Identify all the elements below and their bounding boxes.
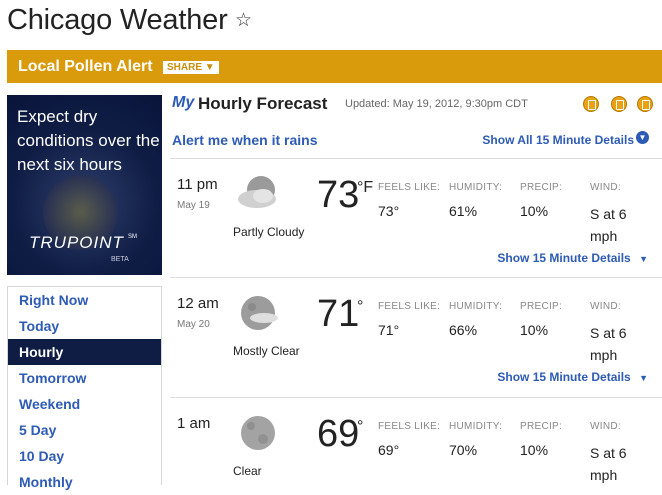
- feels-like-value: 71°: [378, 322, 400, 338]
- wind-label: WIND:: [590, 301, 621, 312]
- show-15-label: Show 15 Minute Details: [497, 251, 631, 265]
- forecast-title: Hourly Forecast: [198, 94, 328, 113]
- nav-item-10-day[interactable]: 10 Day: [8, 443, 161, 469]
- chevron-down-icon: ▼: [639, 254, 648, 264]
- star-icon[interactable]: ☆: [235, 9, 252, 32]
- feels-like-label: FEELS LIKE:: [378, 182, 441, 193]
- humidity-value: 66%: [449, 322, 478, 338]
- row-time: 11 pm: [177, 176, 218, 193]
- wind-value: S at 6 mph: [590, 325, 627, 363]
- forecast-row: 11 pm May 19 Partly Cloudy 73 °F FEELS L…: [170, 158, 662, 277]
- nav-item-today[interactable]: Today: [8, 313, 161, 339]
- row-time: 12 am: [177, 295, 219, 312]
- precip-value: 10%: [520, 442, 549, 458]
- my-label: My: [172, 94, 195, 111]
- temperature-unit: °F: [357, 179, 374, 196]
- row-condition: Clear: [233, 464, 262, 478]
- wind-value: S at 6 mph: [590, 206, 627, 244]
- chevron-down-icon[interactable]: ▼: [636, 131, 649, 144]
- show-all-15-minute-link[interactable]: Show All 15 Minute Details: [482, 133, 634, 147]
- alert-me-rain-link[interactable]: Alert me when it rains: [172, 132, 317, 148]
- nav-item-weekend[interactable]: Weekend: [8, 391, 161, 417]
- hourly-forecast-panel: My Hourly Forecast Updated: May 19, 2012…: [170, 86, 662, 485]
- row-time: 1 am: [177, 415, 211, 432]
- row-date: May 20: [177, 319, 210, 330]
- updated-timestamp: Updated: May 19, 2012, 9:30pm CDT: [345, 98, 528, 110]
- humidity-label: HUMIDITY:: [449, 182, 503, 193]
- row-date: May 19: [177, 200, 210, 211]
- precip-value: 10%: [520, 322, 549, 338]
- nav-item-hourly[interactable]: Hourly: [8, 339, 161, 365]
- show-all-label: Show All 15 Minute Details: [482, 133, 634, 147]
- wind-value: S at 6 mph: [590, 445, 627, 483]
- chevron-down-icon: ▼: [639, 373, 648, 383]
- row-condition: Partly Cloudy: [233, 225, 305, 239]
- trupoint-logo: TRUPOINT: [29, 233, 124, 252]
- nav-item-right-now[interactable]: Right Now: [8, 287, 161, 313]
- pollen-alert-text[interactable]: Local Pollen Alert: [18, 58, 153, 76]
- beta-label: BETA: [111, 256, 129, 263]
- pollen-alert-bar[interactable]: Local Pollen Alert SHARE ▼: [7, 50, 662, 83]
- humidity-value: 70%: [449, 442, 478, 458]
- trupoint-sm-mark: SM: [128, 234, 137, 240]
- precip-label: PRECIP:: [520, 301, 563, 312]
- row-condition: Mostly Clear: [233, 344, 300, 358]
- temperature-unit: °: [357, 298, 364, 315]
- feels-like-label: FEELS LIKE:: [378, 301, 441, 312]
- feels-like-value: 69°: [378, 442, 400, 458]
- precip-label: PRECIP:: [520, 421, 563, 432]
- chevron-down-icon: ▼: [204, 62, 215, 73]
- show-15-minute-link[interactable]: Show 15 Minute Details ▼: [497, 251, 648, 265]
- promo-text: Expect dry conditions over the next six …: [17, 107, 160, 174]
- mostly-clear-night-icon: [241, 296, 278, 330]
- wind-label: WIND:: [590, 421, 621, 432]
- row-temperature: 71: [317, 293, 360, 335]
- row-temperature: 73: [317, 174, 360, 216]
- forecast-nav: Right Now Today Hourly Tomorrow Weekend …: [7, 286, 162, 490]
- moon-icon: [241, 416, 275, 450]
- show-15-minute-link[interactable]: Show 15 Minute Details ▼: [497, 370, 648, 384]
- humidity-label: HUMIDITY:: [449, 301, 503, 312]
- nav-item-monthly[interactable]: Monthly: [8, 469, 161, 495]
- temperature-unit: °: [357, 418, 364, 435]
- forecast-row: 1 am Clear 69 ° FEELS LIKE: HUMIDITY: PR…: [170, 397, 662, 486]
- wind-label: WIND:: [590, 182, 621, 193]
- page-title: Chicago Weather: [7, 4, 228, 36]
- row-temperature: 69: [317, 413, 360, 455]
- precip-label: PRECIP:: [520, 182, 563, 193]
- nav-item-tomorrow[interactable]: Tomorrow: [8, 365, 161, 391]
- humidity-label: HUMIDITY:: [449, 421, 503, 432]
- forecast-row: 12 am May 20 Mostly Clear 71 ° FEELS LIK…: [170, 277, 662, 397]
- save-icon[interactable]: [611, 96, 627, 112]
- widget-icon[interactable]: [637, 96, 653, 112]
- partly-cloudy-night-icon: [238, 176, 276, 208]
- feels-like-label: FEELS LIKE:: [378, 421, 441, 432]
- share-label: SHARE: [167, 62, 203, 73]
- share-button[interactable]: SHARE ▼: [163, 61, 219, 74]
- feels-like-value: 73°: [378, 203, 400, 219]
- mobile-icon[interactable]: [583, 96, 599, 112]
- trupoint-promo[interactable]: Expect dry conditions over the next six …: [7, 95, 162, 275]
- nav-item-5-day[interactable]: 5 Day: [8, 417, 161, 443]
- precip-value: 10%: [520, 203, 549, 219]
- humidity-value: 61%: [449, 203, 478, 219]
- show-15-label: Show 15 Minute Details: [497, 370, 631, 384]
